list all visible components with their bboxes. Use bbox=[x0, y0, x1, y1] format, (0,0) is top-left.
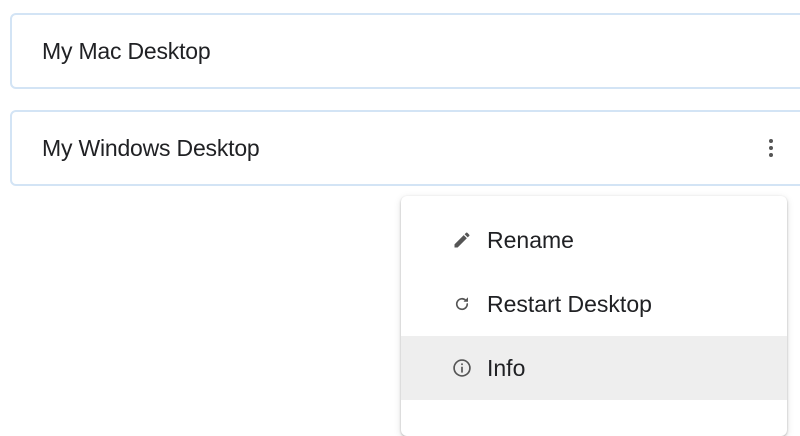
info-icon bbox=[451, 357, 473, 379]
menu-item-rename[interactable]: Rename bbox=[401, 208, 787, 272]
more-options-icon[interactable] bbox=[762, 112, 780, 184]
desktop-name: My Mac Desktop bbox=[42, 37, 211, 64]
desktop-card-windows[interactable]: My Windows Desktop bbox=[10, 110, 800, 186]
menu-item-info[interactable]: Info bbox=[401, 336, 787, 400]
menu-item-restart-desktop[interactable]: Restart Desktop bbox=[401, 272, 787, 336]
context-menu: Rename Restart Desktop Info bbox=[401, 196, 787, 436]
pencil-icon bbox=[451, 229, 473, 251]
more-dot bbox=[769, 146, 773, 150]
more-dot bbox=[769, 139, 773, 143]
desktop-name: My Windows Desktop bbox=[42, 134, 260, 161]
menu-item-label: Restart Desktop bbox=[487, 290, 652, 317]
menu-item-label: Info bbox=[487, 354, 526, 381]
restart-icon bbox=[451, 293, 473, 315]
more-dot bbox=[769, 153, 773, 157]
menu-item-label: Rename bbox=[487, 226, 574, 253]
desktop-card-mac[interactable]: My Mac Desktop bbox=[10, 13, 800, 89]
